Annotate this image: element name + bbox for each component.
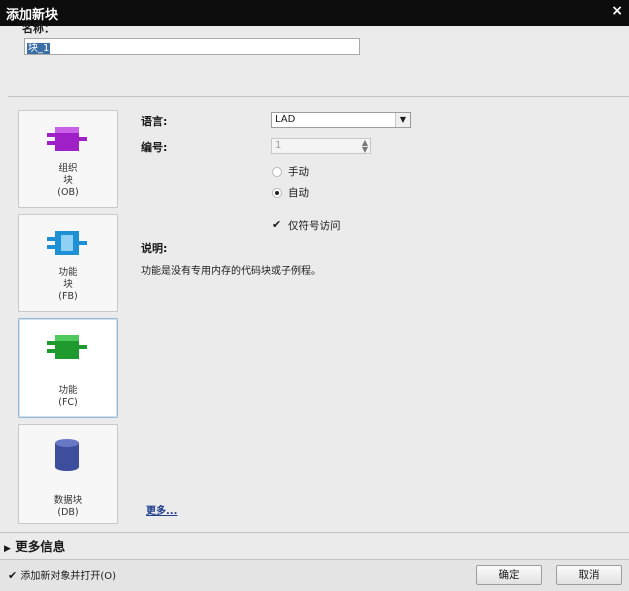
name-label: 名称： (22, 22, 55, 35)
language-value: LAD (275, 114, 296, 125)
close-button[interactable]: × (611, 3, 623, 19)
fc-block-icon (47, 335, 87, 359)
radio-manual-label: 手动 (288, 166, 309, 178)
symbolic-access-label: 仅符号访问 (288, 220, 341, 232)
chevron-down-icon: ▼ (395, 113, 410, 127)
divider (0, 532, 629, 533)
block-tile-db[interactable]: 数据块 (DB) (18, 424, 118, 524)
block-tile-label: 功能 (FC) (58, 385, 78, 408)
check-icon: ✔ (8, 569, 18, 582)
radio-auto-label: 自动 (288, 187, 309, 199)
more-info-toggle[interactable]: ▶ 更多信息 (4, 536, 65, 555)
block-tile-fc[interactable]: 功能 (FC) (18, 318, 118, 418)
open-after-add-checkbox[interactable]: ✔ 添加新对象并打开(O) (8, 567, 116, 582)
fb-block-icon (47, 231, 87, 255)
radio-auto[interactable] (272, 188, 282, 198)
spin-arrows-icon: ▲ ▼ (361, 138, 368, 154)
symbolic-access-checkbox[interactable]: ✔ (272, 218, 281, 231)
name-section (8, 26, 629, 92)
name-input[interactable]: 块_1 (24, 38, 360, 55)
ok-button[interactable]: 确定 (476, 565, 542, 585)
description-label: 说明: (141, 242, 168, 255)
divider (8, 96, 629, 97)
block-tile-ob[interactable]: 组织 块 (OB) (18, 110, 118, 208)
number-value: 1 (275, 140, 282, 151)
block-tile-label: 功能 块 (FB) (58, 267, 78, 302)
number-label: 编号: (141, 141, 168, 154)
language-label: 语言: (141, 115, 168, 128)
radio-manual[interactable] (272, 167, 282, 177)
block-tile-fb[interactable]: 功能 块 (FB) (18, 214, 118, 312)
more-info-label: 更多信息 (15, 539, 66, 554)
description-text: 功能是没有专用内存的代码块或子例程。 (141, 266, 321, 277)
block-tile-label: 数据块 (DB) (53, 495, 83, 518)
name-value: 块_1 (27, 43, 51, 54)
expand-arrow-icon: ▶ (4, 544, 11, 554)
open-after-add-label: 添加新对象并打开(O) (20, 571, 117, 582)
language-select[interactable]: LAD ▼ (271, 112, 411, 128)
ob-block-icon (47, 127, 87, 151)
block-tile-label: 组织 块 (OB) (57, 163, 79, 198)
db-cylinder-icon (55, 439, 79, 471)
title-bar: 添加新块 × (0, 0, 629, 26)
more-link[interactable]: 更多... (146, 502, 177, 517)
cancel-button[interactable]: 取消 (556, 565, 622, 585)
number-stepper[interactable]: 1 ▲ ▼ (271, 138, 371, 154)
